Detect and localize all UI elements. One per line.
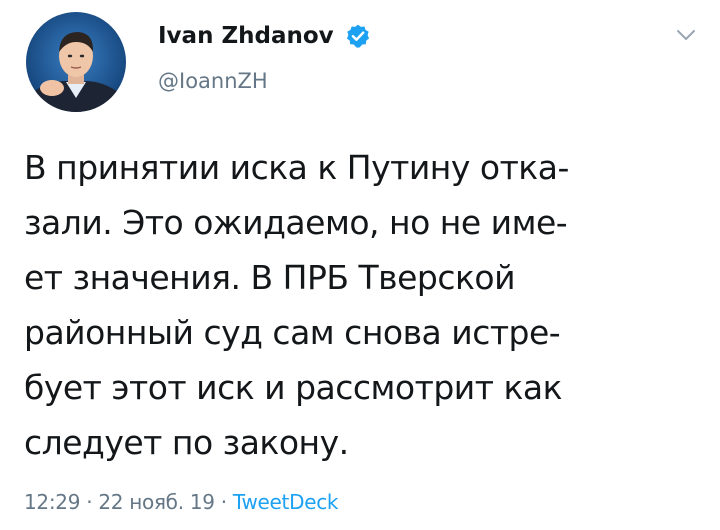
tweet-card: Ivan Zhdanov @IoannZH В принятии иска к … (0, 0, 720, 530)
tweet-time[interactable]: 12:29 (24, 490, 80, 514)
author-handle[interactable]: @IoannZH (158, 68, 268, 94)
avatar-image (26, 12, 126, 112)
tweet-text: В принятии иска к Путину отка- зали. Это… (24, 140, 708, 470)
author-display-name[interactable]: Ivan Zhdanov (158, 22, 334, 50)
meta-separator: · (214, 490, 233, 514)
tweet-text-line: бует этот иск и рассмотрит как (24, 368, 563, 407)
tweet-text-line: районный суд сам снова истре- (24, 313, 561, 352)
tweet-source-link[interactable]: TweetDeck (233, 490, 339, 514)
tweet-date[interactable]: 22 нояб. 19 (98, 490, 215, 514)
meta-separator: · (80, 490, 99, 514)
tweet-text-line: ет значения. В ПРБ Тверской (24, 258, 516, 297)
tweet-meta: 12:29 · 22 нояб. 19 · TweetDeck (24, 489, 338, 515)
verified-badge-icon (346, 24, 370, 48)
tweet-text-line: следует по закону. (24, 423, 349, 462)
chevron-down-icon[interactable] (676, 28, 696, 42)
tweet-text-line: зали. Это ожидаемо, но не име- (24, 203, 568, 242)
tweet-text-line: В принятии иска к Путину отка- (24, 148, 569, 187)
avatar[interactable] (26, 12, 126, 112)
